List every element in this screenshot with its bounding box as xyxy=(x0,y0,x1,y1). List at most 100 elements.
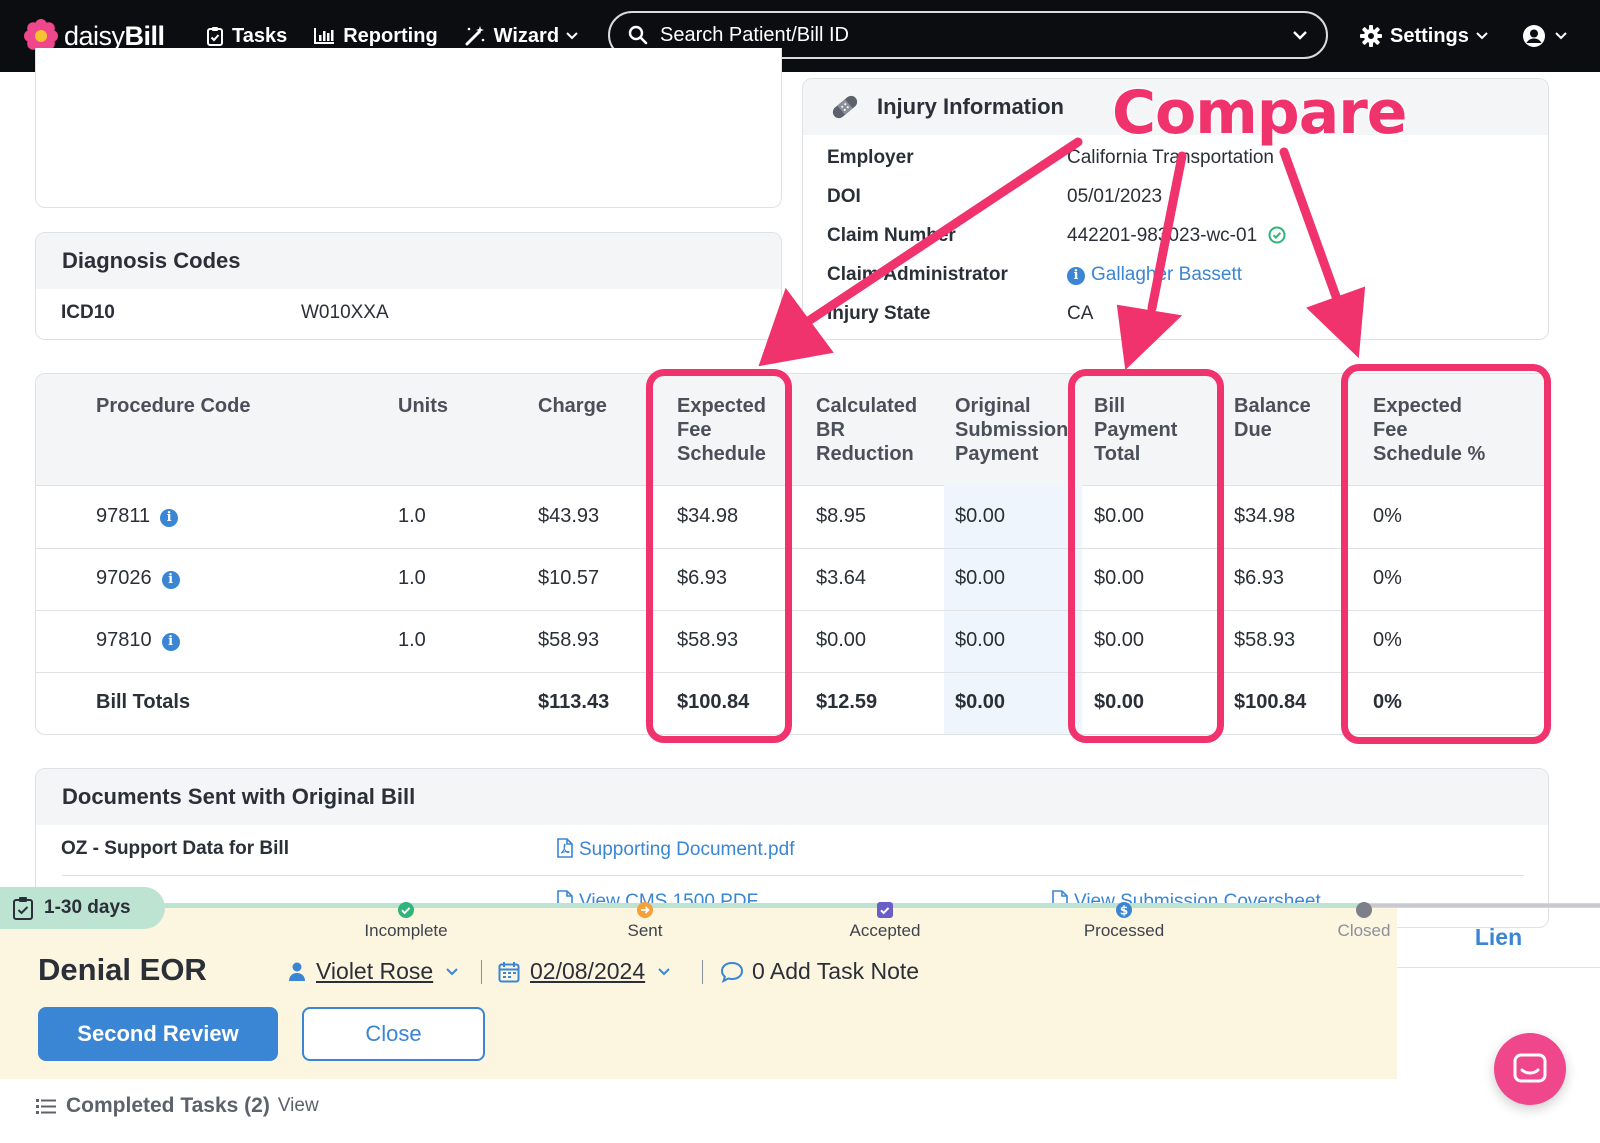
add-task-note-label: 0 Add Task Note xyxy=(752,958,920,984)
bill-type-title: Denial EOR xyxy=(38,952,207,987)
header-balance-due: Balance Due xyxy=(1234,395,1311,441)
injury-state-label: Injury State xyxy=(827,303,931,324)
employer-value: California Transportation xyxy=(1067,147,1274,168)
row-divider xyxy=(36,672,1548,673)
bill-age-badge: 1-30 days xyxy=(0,887,165,929)
supporting-document-link[interactable]: Supporting Document.pdf xyxy=(556,838,794,861)
step-processed-label: Processed xyxy=(1083,921,1165,940)
highlight-expected-fee-schedule xyxy=(646,369,792,743)
svg-text:$: $ xyxy=(1120,904,1128,918)
add-task-note-link[interactable]: 0 Add Task Note xyxy=(720,958,919,985)
table-row-3-calc-br: $0.00 xyxy=(816,629,867,651)
table-row-2-calc-br: $3.64 xyxy=(816,567,867,589)
table-row-2-charge: $10.57 xyxy=(538,567,600,589)
table-row-1-balance: $34.98 xyxy=(1234,505,1296,527)
step-processed-dot: $ xyxy=(1116,902,1132,918)
table-row-3-balance: $58.93 xyxy=(1234,629,1296,651)
user-avatar-icon xyxy=(1523,25,1545,47)
diagnosis-codes-card: Diagnosis Codes xyxy=(35,232,782,340)
list-icon xyxy=(36,1099,56,1114)
search-icon xyxy=(628,25,648,45)
procedure-code-text: 97811 xyxy=(96,505,151,527)
injury-card-title: Injury Information xyxy=(877,94,1064,119)
nav-tasks[interactable]: Tasks xyxy=(206,25,287,48)
user-icon xyxy=(289,962,305,981)
step-sent-label: Sent xyxy=(627,921,663,940)
claim-number-label: Claim Number xyxy=(827,225,956,246)
step-closed-dot xyxy=(1356,902,1372,918)
chevron-down-icon[interactable] xyxy=(1292,30,1308,40)
chat-launcher-button[interactable] xyxy=(1494,1033,1566,1105)
search-input[interactable]: Search Patient/Bill ID xyxy=(660,24,1292,47)
step-incomplete-dot xyxy=(398,902,414,918)
divider xyxy=(62,875,1524,876)
bandage-icon xyxy=(832,95,858,119)
claim-number-text: 442201-983023-wc-01 xyxy=(1067,225,1258,246)
nav-wizard[interactable]: Wizard xyxy=(464,25,579,48)
document-type-label: OZ - Support Data for Bill xyxy=(61,838,289,859)
documents-card-title: Documents Sent with Original Bill xyxy=(62,784,416,809)
calendar-icon xyxy=(498,961,520,982)
lien-tab[interactable]: Lien xyxy=(1397,908,1600,968)
highlight-bill-payment-total xyxy=(1068,369,1224,743)
procedure-code-text: 97026 xyxy=(96,567,152,589)
diagnosis-code: W010XXA xyxy=(301,302,389,323)
completed-tasks-view-link[interactable]: View xyxy=(278,1095,319,1117)
clipboard-check-icon xyxy=(207,27,223,46)
bill-age-label: 1-30 days xyxy=(44,897,131,918)
assignee-dropdown[interactable]: Violet Rose xyxy=(288,958,459,985)
nav-settings-label: Settings xyxy=(1390,24,1469,47)
employer-label: Employer xyxy=(827,147,914,168)
chevron-down-icon xyxy=(1555,32,1567,40)
header-procedure-code: Procedure Code xyxy=(96,395,251,417)
table-row-1-calc-br: $8.95 xyxy=(816,505,867,527)
chat-icon xyxy=(1513,1053,1547,1083)
header-units: Units xyxy=(398,395,448,417)
claim-number-value: 442201-983023-wc-01 xyxy=(1067,225,1286,247)
nav-reporting[interactable]: Reporting xyxy=(313,25,438,48)
injury-state-value: CA xyxy=(1067,303,1094,324)
bar-chart-icon xyxy=(314,28,335,44)
separator xyxy=(481,960,482,984)
info-icon[interactable]: i xyxy=(160,509,179,527)
close-bill-button[interactable]: Close xyxy=(302,1007,485,1061)
procedure-table-header xyxy=(36,374,1548,486)
claim-administrator-link[interactable]: i Gallagher Bassett xyxy=(1067,264,1242,286)
patient-info-card xyxy=(35,48,782,208)
clipboard-check-icon xyxy=(13,897,33,920)
step-incomplete-label: Incomplete xyxy=(364,921,448,940)
info-icon[interactable]: i xyxy=(161,571,180,589)
table-row-1-units: 1.0 xyxy=(398,505,426,527)
compare-annotation-label: Compare xyxy=(1112,78,1407,148)
diagnosis-card-title: Diagnosis Codes xyxy=(62,248,241,273)
info-icon[interactable]: i xyxy=(161,633,180,651)
table-row-3-code: 97810 i xyxy=(96,629,180,652)
pdf-file-icon xyxy=(557,838,573,858)
doi-label: DOI xyxy=(827,186,861,207)
nav-settings[interactable]: Settings xyxy=(1360,0,1489,72)
table-row-2-balance: $6.93 xyxy=(1234,567,1285,589)
highlight-expected-fee-schedule-pct xyxy=(1341,364,1551,744)
task-date-value: 02/08/2024 xyxy=(530,958,646,984)
step-sent-dot xyxy=(637,902,653,918)
step-accepted-label: Accepted xyxy=(849,921,921,940)
table-row-3-units: 1.0 xyxy=(398,629,426,651)
completed-tasks-label: Completed Tasks (2) xyxy=(66,1094,270,1117)
chevron-down-icon xyxy=(566,32,578,40)
claim-administrator-label: Claim Administrator xyxy=(827,264,1008,285)
totals-calc-br: $12.59 xyxy=(816,691,878,713)
info-icon: i xyxy=(1067,267,1085,285)
chevron-down-icon xyxy=(1476,32,1488,40)
supporting-document-name: Supporting Document.pdf xyxy=(579,839,795,860)
totals-balance: $100.84 xyxy=(1234,691,1307,713)
user-menu[interactable] xyxy=(1522,0,1568,72)
completed-tasks[interactable]: Completed Tasks (2) View xyxy=(36,1094,319,1118)
task-date-dropdown[interactable]: 02/08/2024 xyxy=(498,958,671,985)
magic-wand-icon xyxy=(465,26,484,46)
second-review-button[interactable]: Second Review xyxy=(38,1007,278,1061)
table-row-2-orig-sub: $0.00 xyxy=(955,567,1006,589)
row-divider xyxy=(36,610,1548,611)
header-calculated-br-reduction: Calculated BR Reduction xyxy=(816,395,918,465)
procedure-table xyxy=(35,373,1549,735)
nav-tasks-label: Tasks xyxy=(232,24,288,47)
